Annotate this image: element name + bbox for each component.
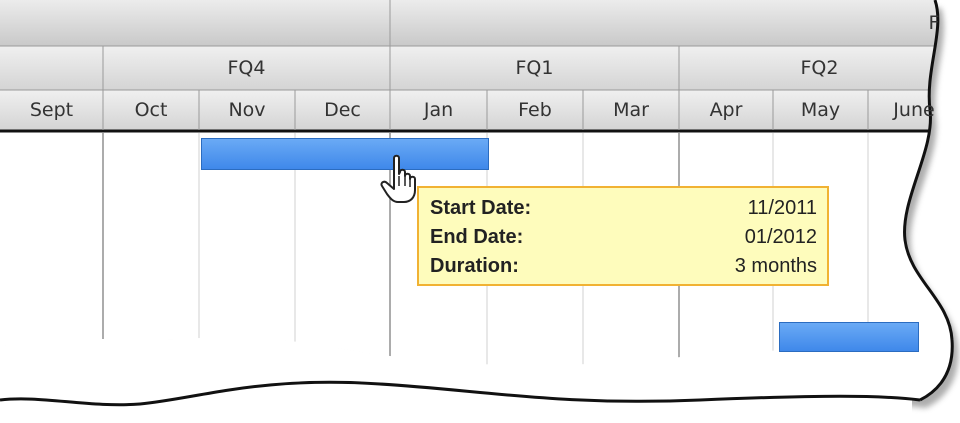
task-bar[interactable] xyxy=(779,322,919,352)
tooltip-value: 11/2011 xyxy=(747,197,817,219)
tooltip-value: 01/2012 xyxy=(744,226,817,248)
tooltip-label: Start Date: xyxy=(430,197,532,219)
quarter-label xyxy=(0,46,103,90)
month-label[interactable]: Dec xyxy=(295,90,390,130)
month-label[interactable]: May xyxy=(773,90,868,130)
task-tooltip: Start Date: 11/2011 End Date: 01/2012 Du… xyxy=(417,186,829,286)
month-label[interactable]: Apr xyxy=(679,90,773,130)
year-row xyxy=(0,0,953,46)
month-label[interactable]: Feb xyxy=(487,90,583,130)
gantt-chart: F FQ4 FQ1 FQ2 Sept Oct Nov Dec Jan Feb Mar Apr May Ju… xyxy=(0,0,960,423)
hand-pointer-icon xyxy=(380,154,416,203)
month-label[interactable]: Jan xyxy=(390,90,487,130)
month-label[interactable]: Nov xyxy=(199,90,295,130)
month-label[interactable]: Sept xyxy=(0,90,103,130)
tooltip-row-start: Start Date: 11/2011 xyxy=(430,194,817,223)
year-label: F xyxy=(928,12,940,34)
month-label[interactable]: June xyxy=(868,90,960,130)
quarter-label: FQ2 xyxy=(800,57,839,79)
tooltip-label: Duration: xyxy=(430,255,519,277)
quarter-label: FQ1 xyxy=(515,57,554,79)
quarter-label: FQ4 xyxy=(227,57,266,79)
month-label[interactable]: Mar xyxy=(583,90,679,130)
tooltip-value: 3 months xyxy=(734,255,817,277)
tooltip-label: End Date: xyxy=(430,226,524,248)
task-bar[interactable] xyxy=(201,138,489,170)
month-label[interactable]: Oct xyxy=(103,90,199,130)
tooltip-row-duration: Duration: 3 months xyxy=(430,252,817,281)
tooltip-row-end: End Date: 01/2012 xyxy=(430,223,817,252)
